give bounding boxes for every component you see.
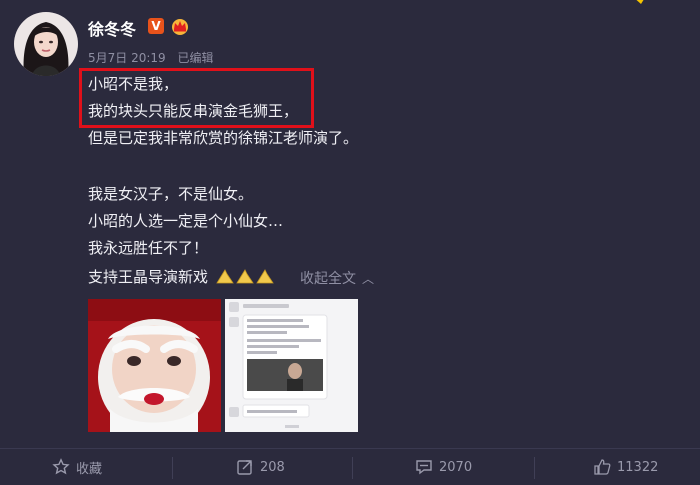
chevron-up-icon: ︿ — [362, 272, 375, 286]
collapse-text-link[interactable]: 收起全文 ︿ — [300, 268, 374, 288]
partial-emoji-icon — [636, 0, 644, 4]
like-icon — [594, 459, 611, 475]
post-line: 支持王晶导演新戏 — [88, 266, 279, 287]
post-line: 我永远胜任不了！ — [88, 239, 209, 257]
post-line: 但是已定我非常欣赏的徐锦江老师演了。 — [88, 129, 359, 147]
favorite-label: 收藏 — [76, 461, 103, 477]
comment-icon — [416, 460, 432, 475]
action-bar: 收藏 208 2070 11322 — [0, 448, 700, 485]
divider — [172, 457, 173, 479]
post-date[interactable]: 5月7日 20:19 — [88, 51, 166, 65]
repost-count: 208 — [260, 459, 285, 475]
verified-badge-icon: V — [148, 18, 164, 34]
edited-label[interactable]: 已编辑 — [178, 51, 214, 65]
praying-hands-icon — [216, 269, 274, 284]
collapse-label: 收起全文 — [300, 271, 356, 287]
favorite-button[interactable]: 收藏 — [52, 449, 102, 485]
username[interactable]: 徐冬冬 — [88, 16, 136, 40]
crown-icon — [172, 19, 188, 35]
repost-icon — [237, 460, 252, 475]
post-image-1[interactable] — [88, 299, 221, 432]
divider — [352, 457, 353, 479]
star-icon — [52, 458, 70, 475]
post-image-2[interactable] — [225, 299, 358, 432]
comment-button[interactable]: 2070 — [415, 449, 472, 485]
comment-count: 2070 — [439, 459, 473, 475]
highlight-annotation-box — [79, 68, 314, 128]
like-count: 11322 — [617, 459, 659, 475]
repost-button[interactable]: 208 — [236, 449, 285, 485]
avatar[interactable] — [14, 12, 78, 76]
post-meta: 5月7日 20:19 已编辑 — [88, 49, 222, 66]
divider — [534, 457, 535, 479]
like-button[interactable]: 11322 — [593, 449, 658, 485]
post-line: 小昭的人选一定是个小仙女… — [88, 212, 284, 230]
post-line-text: 支持王晶导演新戏 — [88, 268, 209, 286]
post-line: 我是女汉子，不是仙女。 — [88, 185, 254, 203]
